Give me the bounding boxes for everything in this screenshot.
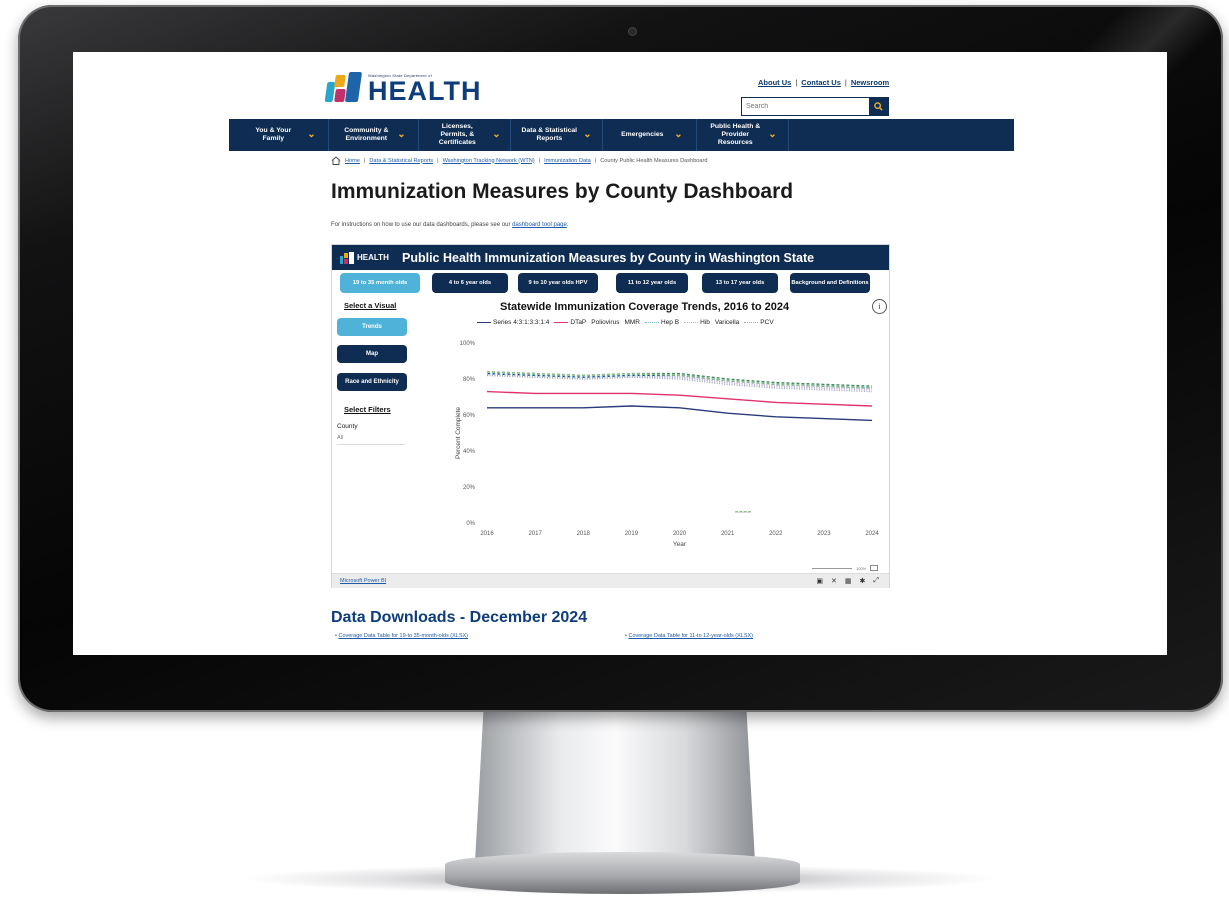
web-page: Washington State Department of HEALTH Ab… bbox=[73, 52, 1167, 655]
facebook-icon[interactable]: ▣ bbox=[816, 577, 823, 585]
y-tick-label: 40% bbox=[463, 449, 476, 455]
nav-public-health-provider[interactable]: Public Health & Provider Resources ⌄ bbox=[697, 119, 789, 151]
about-us-link[interactable]: About Us bbox=[758, 78, 791, 87]
x-tick-label: 2017 bbox=[528, 531, 542, 537]
page-title: Immunization Measures by County Dashboar… bbox=[331, 180, 794, 203]
y-tick-label: 80% bbox=[463, 377, 476, 383]
dashboard-tool-link[interactable]: dashboard tool page bbox=[512, 222, 567, 228]
visual-race-ethnicity-button[interactable]: Race and Ethnicity bbox=[337, 373, 407, 391]
twitter-icon[interactable]: ✕ bbox=[831, 577, 837, 585]
y-tick-label: 20% bbox=[463, 485, 476, 491]
x-tick-label: 2016 bbox=[480, 531, 494, 537]
home-icon[interactable] bbox=[331, 156, 341, 165]
series-line bbox=[487, 405, 873, 422]
doh-logo-icon bbox=[340, 251, 354, 264]
breadcrumb-data-reports[interactable]: Data & Statistical Reports bbox=[369, 158, 433, 164]
linkedin-icon[interactable]: ▦ bbox=[845, 577, 852, 585]
dashboard-logo: HEALTH bbox=[340, 251, 392, 265]
tab-9-10-years-hpv[interactable]: 9 to 10 year olds HPV bbox=[518, 273, 598, 293]
trend-line-chart: 0% 20% 40% 60% 80% 100% 2016 2017 2018 2019 2020 20… bbox=[455, 341, 879, 548]
nav-community-environment[interactable]: Community & Environment ⌄ bbox=[329, 119, 419, 151]
series-line bbox=[486, 390, 873, 407]
info-icon[interactable]: i bbox=[872, 299, 887, 314]
breadcrumb: Home | Data & Statistical Reports | Washin… bbox=[331, 156, 708, 165]
fit-page-icon[interactable] bbox=[870, 565, 879, 571]
dashboard-header: HEALTH Public Health Immunization Measur… bbox=[332, 245, 889, 270]
chevron-down-icon: ⌄ bbox=[768, 129, 777, 140]
search-button[interactable] bbox=[869, 98, 888, 115]
chevron-down-icon: ⌄ bbox=[307, 129, 316, 140]
monitor-stand-base bbox=[445, 852, 800, 894]
y-tick-label: 0% bbox=[466, 521, 475, 527]
breadcrumb-wtn[interactable]: Washington Tracking Network (WTN) bbox=[443, 158, 535, 164]
breadcrumb-current: County Public Health Measures Dashboard bbox=[600, 157, 708, 164]
download-link-11-12-years[interactable]: • Coverage Data Table for 11-to 12-year-… bbox=[625, 633, 753, 639]
nav-you-your-family[interactable]: You & Your Family ⌄ bbox=[229, 119, 329, 151]
x-tick-label: 2021 bbox=[721, 531, 735, 537]
search-input[interactable] bbox=[742, 98, 870, 115]
x-axis-label: Year bbox=[673, 541, 687, 548]
utility-links: About Us | Contact Us | Newsroom bbox=[758, 78, 890, 87]
logo-title: HEALTH bbox=[368, 76, 482, 106]
doh-logo[interactable]: Washington State Department of HEALTH bbox=[324, 72, 482, 106]
fullscreen-icon[interactable]: ⤢ bbox=[873, 577, 879, 585]
monitor-bezel: Washington State Department of HEALTH Ab… bbox=[18, 5, 1223, 712]
downloads-heading: Data Downloads - December 2024 bbox=[331, 609, 588, 626]
select-filters-heading: Select Filters bbox=[344, 405, 391, 414]
search-box bbox=[741, 97, 889, 116]
age-group-tabs: 19 to 35 month olds 4 to 6 year olds 9 t… bbox=[332, 273, 889, 293]
county-filter-select[interactable]: All bbox=[337, 435, 405, 445]
nav-data-statistical-reports[interactable]: Data & Statistical Reports ⌄ bbox=[511, 119, 603, 151]
x-tick-label: 2019 bbox=[625, 531, 639, 537]
download-link-19-35-months[interactable]: • Coverage Data Table for 19-to 35-month… bbox=[335, 633, 468, 639]
select-visual-heading: Select a Visual bbox=[344, 301, 397, 310]
newsroom-link[interactable]: Newsroom bbox=[851, 78, 889, 87]
powerbi-footer: Microsoft Power BI ▣ ✕ ▦ ✱ ⤢ bbox=[332, 573, 889, 588]
main-nav: You & Your Family ⌄ Community & Environme… bbox=[229, 119, 1014, 151]
y-tick-label: 100% bbox=[460, 341, 476, 347]
y-axis-label: Percent Complete bbox=[455, 407, 462, 459]
powerbi-dashboard: HEALTH Public Health Immunization Measur… bbox=[331, 244, 890, 588]
nav-emergencies[interactable]: Emergencies ⌄ bbox=[603, 119, 697, 151]
nav-licenses-permits[interactable]: Licenses, Permits, & Certificates ⌄ bbox=[419, 119, 511, 151]
x-tick-label: 2018 bbox=[577, 531, 591, 537]
monitor-stand-neck bbox=[475, 712, 755, 862]
chevron-down-icon: ⌄ bbox=[674, 129, 683, 140]
dashboard-title: Public Health Immunization Measures by C… bbox=[402, 250, 815, 265]
y-tick-label: 60% bbox=[463, 413, 476, 419]
chevron-down-icon: ⌄ bbox=[583, 129, 592, 140]
tab-13-17-years[interactable]: 13 to 17 year olds bbox=[702, 273, 778, 293]
x-tick-label: 2022 bbox=[769, 531, 783, 537]
x-tick-label: 2023 bbox=[817, 531, 831, 537]
webcam-dot bbox=[628, 27, 637, 36]
tab-4-6-years[interactable]: 4 to 6 year olds bbox=[432, 273, 508, 293]
powerbi-link[interactable]: Microsoft Power BI bbox=[340, 578, 386, 584]
search-icon bbox=[874, 102, 883, 111]
x-tick-label: 2024 bbox=[865, 531, 879, 537]
tab-background-definitions[interactable]: Background and Definitions bbox=[790, 273, 870, 293]
monitor-screen: Washington State Department of HEALTH Ab… bbox=[73, 52, 1167, 655]
breadcrumb-home[interactable]: Home bbox=[345, 158, 360, 164]
county-filter-label: County bbox=[337, 423, 358, 430]
chevron-down-icon: ⌄ bbox=[492, 129, 501, 140]
breadcrumb-immunization-data[interactable]: Immunization Data bbox=[544, 158, 591, 164]
tab-11-12-years[interactable]: 11 to 12 year olds bbox=[616, 273, 688, 293]
contact-us-link[interactable]: Contact Us bbox=[801, 78, 841, 87]
visual-map-button[interactable]: Map bbox=[337, 345, 407, 363]
share-icons: ▣ ✕ ▦ ✱ ⤢ bbox=[816, 577, 879, 585]
intro-text: For instructions on how to use our data … bbox=[331, 222, 569, 228]
tab-19-35-months[interactable]: 19 to 35 month olds bbox=[340, 273, 420, 293]
doh-logo-icon bbox=[324, 72, 364, 104]
x-tick-label: 2020 bbox=[673, 531, 687, 537]
chart-title: Statewide Immunization Coverage Trends, … bbox=[500, 301, 790, 313]
zoom-slider[interactable]: 100% bbox=[812, 565, 879, 571]
settings-icon[interactable]: ✱ bbox=[860, 577, 866, 585]
visual-trends-button[interactable]: Trends bbox=[337, 318, 407, 336]
zoom-level: 100% bbox=[856, 565, 867, 571]
chevron-down-icon: ⌄ bbox=[397, 129, 406, 140]
